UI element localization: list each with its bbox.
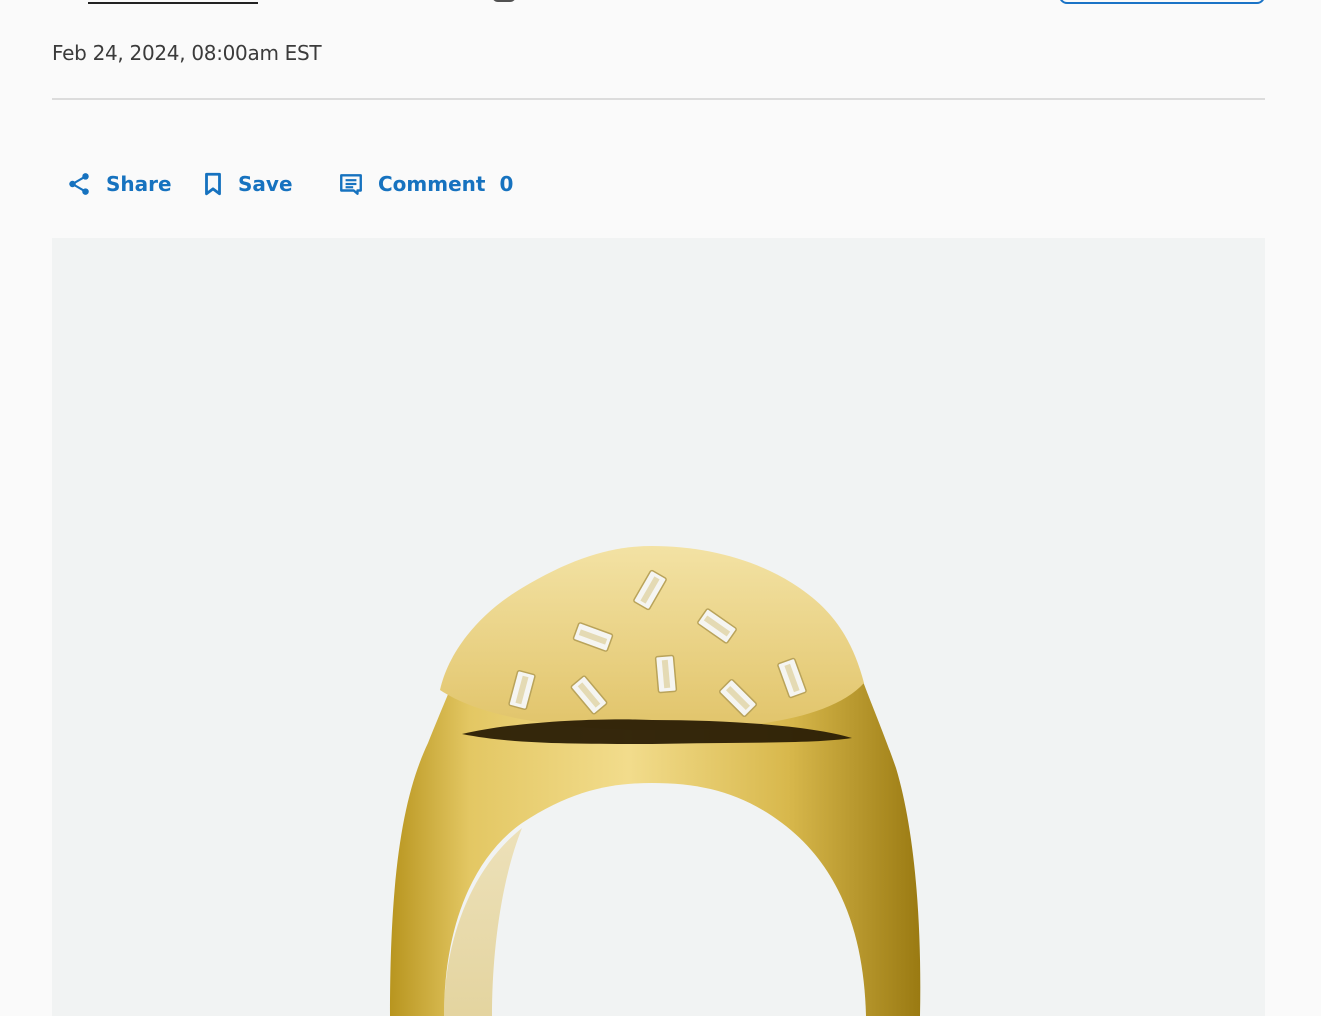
bookmark-icon (202, 171, 224, 197)
publish-timestamp: Feb 24, 2024, 08:00am EST (52, 41, 322, 65)
gold-ring-image (390, 546, 921, 1016)
share-icon (66, 171, 92, 197)
author-avatar-icon (492, 0, 516, 2)
comment-button[interactable]: Comment 0 (338, 166, 513, 202)
hero-image (52, 238, 1265, 1016)
article-page: Feb 24, 2024, 08:00am EST Share Save Com… (0, 0, 1321, 1016)
save-label: Save (238, 172, 293, 196)
comment-label: Comment (378, 172, 486, 196)
comment-icon (338, 171, 364, 197)
byline-text-cutoff (52, 0, 892, 8)
divider (52, 98, 1265, 100)
share-button[interactable]: Share (66, 166, 172, 202)
byline (52, 0, 1269, 8)
author-link[interactable] (88, 2, 258, 4)
save-button[interactable]: Save (202, 166, 293, 202)
share-label: Share (106, 172, 172, 196)
follow-button[interactable] (1059, 0, 1265, 4)
comment-count: 0 (499, 172, 514, 196)
